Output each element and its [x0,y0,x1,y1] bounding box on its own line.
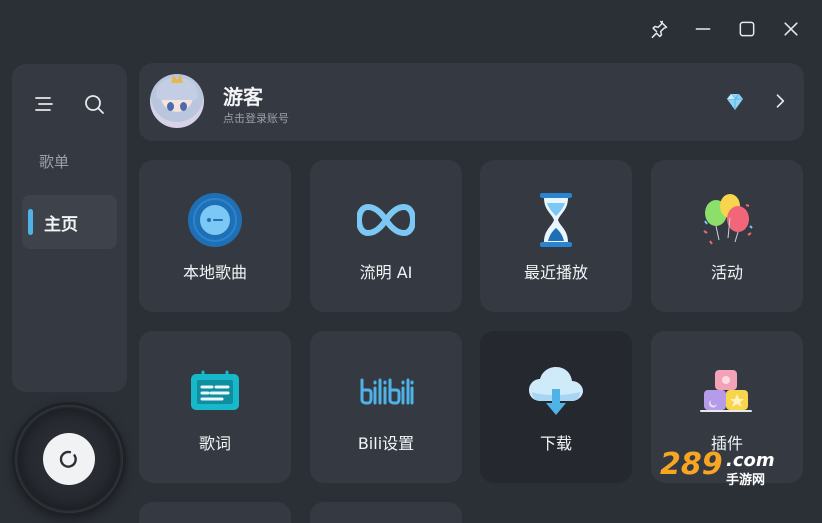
tile-label: 流明 AI [359,263,413,282]
account-card[interactable]: 游客 点击登录账号 [139,63,804,141]
svg-text:手游网: 手游网 [726,472,765,488]
chevron-right-icon[interactable] [770,91,790,111]
site-watermark: 289 .com 手游网 [660,447,775,488]
tile-local-songs[interactable]: 本地歌曲 [139,160,291,312]
sidebar-section-title: 歌单 [39,153,70,171]
tile-label: 最近播放 [523,263,588,282]
cloud-download-icon [526,361,586,421]
login-prompt: 点击登录账号 [223,112,289,125]
window-controls [646,16,804,42]
sidebar: 歌单 主页 [12,64,127,392]
sidebar-toolbar [30,90,108,118]
sidebar-item-home[interactable]: 主页 [22,195,117,249]
tile-bili-settings[interactable]: Bili设置 [310,331,462,483]
tile-partial[interactable] [139,502,291,523]
tile-recent-plays[interactable]: 最近播放 [480,160,632,312]
tile-label: 本地歌曲 [182,263,247,282]
tile-partial[interactable] [310,502,462,523]
tile-label: 下载 [539,434,572,453]
close-icon[interactable] [778,16,804,42]
mini-player-disc[interactable] [15,405,123,513]
tile-lumen-ai[interactable]: 流明 AI [310,160,462,312]
hourglass-icon [526,190,586,250]
player-core [43,433,95,485]
svg-text:289: 289 [660,447,723,482]
tile-label: 活动 [710,263,743,282]
tile-label: Bili设置 [357,434,415,453]
sidebar-item-label: 主页 [44,214,78,235]
vinyl-disc-icon [185,190,245,250]
lyrics-screen-icon [185,361,245,421]
svg-text:.com: .com [726,450,775,471]
account-name: 游客 [223,85,263,109]
pin-icon[interactable] [646,16,672,42]
tile-lyrics[interactable]: 歌词 [139,331,291,483]
tile-activities[interactable]: 活动 [651,160,803,312]
bilibili-logo-icon [356,361,416,421]
tile-downloads[interactable]: 下载 [480,331,632,483]
loading-spinner-icon [59,450,77,468]
menu-icon[interactable] [30,90,58,118]
tile-label: 歌词 [198,434,231,453]
avatar [150,74,204,128]
blocks-icon [697,361,757,421]
diamond-icon[interactable] [723,90,747,114]
maximize-icon[interactable] [734,16,760,42]
active-indicator [28,209,33,235]
search-icon[interactable] [80,90,108,118]
balloons-icon [697,190,757,250]
infinity-icon [356,190,416,250]
minimize-icon[interactable] [690,16,716,42]
